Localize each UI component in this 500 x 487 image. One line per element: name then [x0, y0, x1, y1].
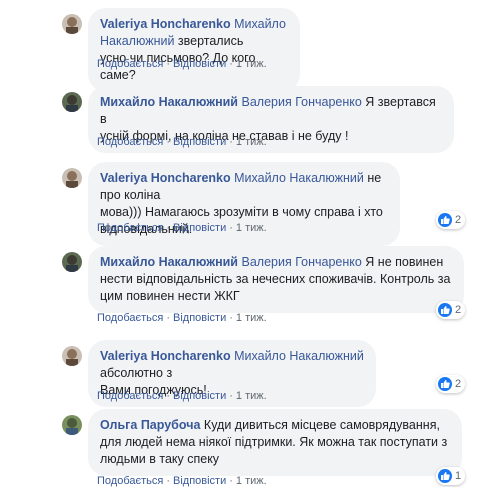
comment-text: цим повинен нести ЖКГ — [100, 289, 240, 303]
like-button[interactable]: Подобається — [97, 312, 163, 324]
comment-time[interactable]: 1 тиж. — [236, 312, 267, 324]
thumbs-up-icon — [438, 377, 452, 391]
thumbs-up-icon — [438, 213, 452, 227]
comment-text: нести відповідальність за нечесних спожи… — [100, 272, 451, 286]
comment-bubble: Михайло Накалюжний Валерия Гончаренко Я … — [88, 246, 464, 313]
comment-author[interactable]: Valeriya Honcharenko — [100, 349, 231, 363]
comment-text: людьми в таку спеку — [100, 452, 220, 466]
comment-time[interactable]: 1 тиж. — [236, 222, 267, 234]
like-button[interactable]: Подобається — [97, 222, 163, 234]
reaction-count[interactable]: 2 — [436, 211, 466, 229]
avatar[interactable] — [62, 168, 82, 188]
comment-text: Куди дивиться місцеве самоврядування, — [200, 418, 440, 432]
like-button[interactable]: Подобається — [97, 136, 163, 148]
comment-time[interactable]: 1 тиж. — [236, 58, 267, 70]
comment-actions: Подобається · Відповісти · 1 тиж. — [97, 390, 267, 402]
comment-mention[interactable]: Михайло Накалюжний — [234, 349, 364, 363]
comment-actions: Подобається · Відповісти · 1 тиж. — [97, 312, 267, 324]
comment-text: мова))) Намагаюсь зрозуміти в чому справ… — [100, 205, 383, 219]
comment-text: звертались — [174, 34, 244, 48]
reaction-count-label: 2 — [455, 214, 462, 226]
thumbs-up-icon — [438, 303, 452, 317]
comment-text: абсолютно з — [100, 366, 173, 380]
reaction-count-label: 2 — [455, 304, 462, 316]
comment-author[interactable]: Михайло Накалюжний — [100, 95, 238, 109]
comment-actions: Подобається · Відповісти · 1 тиж. — [97, 58, 267, 70]
comment-author[interactable]: Михайло Накалюжний — [100, 255, 238, 269]
reaction-count[interactable]: 2 — [436, 301, 466, 319]
comment-mention[interactable]: Валерия Гончаренко — [241, 95, 361, 109]
comment-mention[interactable]: Михайло Накалюжний — [234, 171, 364, 185]
avatar[interactable] — [62, 92, 82, 112]
reply-button[interactable]: Відповісти — [173, 390, 226, 402]
reply-button[interactable]: Відповісти — [173, 136, 226, 148]
comment-time[interactable]: 1 тиж. — [236, 475, 267, 487]
reaction-count[interactable]: 1 — [436, 467, 466, 485]
like-button[interactable]: Подобається — [97, 58, 163, 70]
thumbs-up-icon — [438, 469, 452, 483]
like-button[interactable]: Подобається — [97, 475, 163, 487]
avatar[interactable] — [62, 346, 82, 366]
avatar[interactable] — [62, 252, 82, 272]
reply-button[interactable]: Відповісти — [173, 312, 226, 324]
reaction-count[interactable]: 2 — [436, 375, 466, 393]
avatar[interactable] — [62, 14, 82, 34]
comment-bubble: Valeriya Honcharenko Михайло Накалюжний … — [88, 8, 300, 92]
comment-text: для людей нема ніякої підтримки. Як можн… — [100, 435, 448, 449]
comment-bubble: Ольга Парубоча Куди дивиться місцеве сам… — [88, 409, 462, 476]
comment-text: Я не повинен — [361, 255, 444, 269]
reply-button[interactable]: Відповісти — [173, 475, 226, 487]
reaction-count-label: 2 — [455, 378, 462, 390]
reaction-count-label: 1 — [455, 470, 462, 482]
comment-author[interactable]: Valeriya Honcharenko — [100, 171, 231, 185]
comment-time[interactable]: 1 тиж. — [236, 136, 267, 148]
reply-button[interactable]: Відповісти — [173, 222, 226, 234]
avatar[interactable] — [62, 415, 82, 435]
like-button[interactable]: Подобається — [97, 390, 163, 402]
reply-button[interactable]: Відповісти — [173, 58, 226, 70]
comment-mention[interactable]: Валерия Гончаренко — [241, 255, 361, 269]
comment-author[interactable]: Valeriya Honcharenko — [100, 17, 231, 31]
comment-author[interactable]: Ольга Парубоча — [100, 418, 200, 432]
comment-actions: Подобається · Відповісти · 1 тиж. — [97, 475, 267, 487]
comment-time[interactable]: 1 тиж. — [236, 390, 267, 402]
comment-actions: Подобається · Відповісти · 1 тиж. — [97, 136, 267, 148]
comment-actions: Подобається · Відповісти · 1 тиж. — [97, 222, 267, 234]
